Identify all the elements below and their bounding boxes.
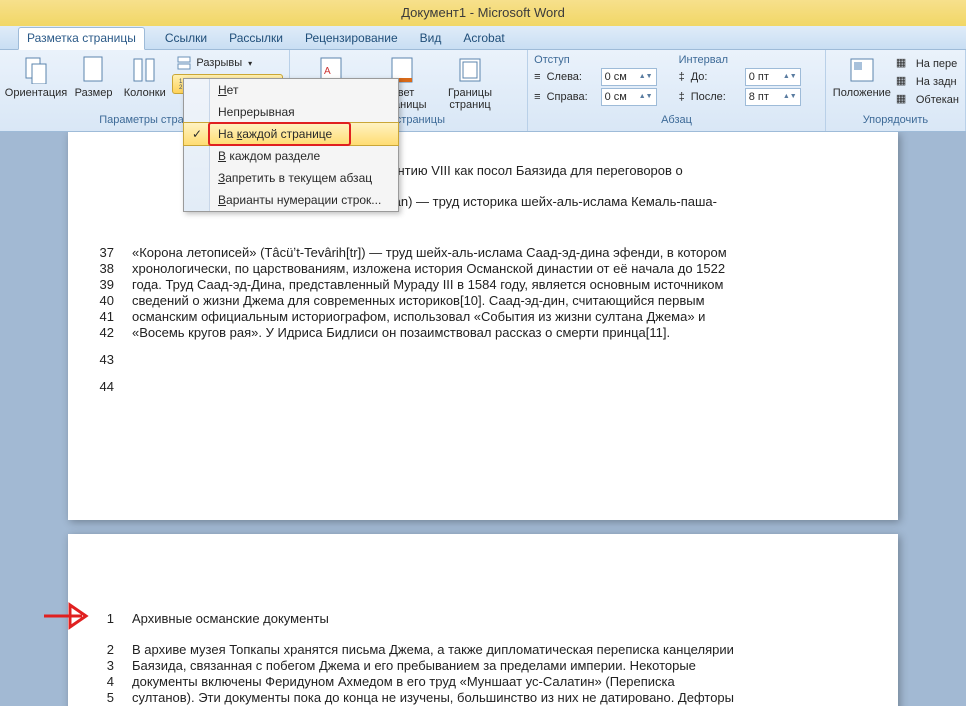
body-text: османским официальным историографом, исп… [132, 309, 868, 324]
position-button[interactable]: Положение [832, 52, 892, 101]
body-text: султанов). Эти документы пока до конца н… [132, 690, 868, 705]
document-area[interactable]: к папе Иннокентию VIII как посол Баязида… [0, 132, 966, 706]
bring-front-button[interactable]: ▦На пере [896, 56, 959, 72]
body-text: документы включены Феридуном Ахмедом в е… [132, 674, 868, 689]
orientation-button[interactable]: Ориентация [6, 52, 66, 101]
line-number: 43 [98, 352, 132, 367]
group-paragraph-label: Абзац [534, 114, 819, 129]
size-button[interactable]: Размер [70, 52, 117, 101]
line-number: 1 [98, 611, 132, 626]
space-before-input[interactable]: 0 пт▲▼ [745, 68, 801, 86]
tab-mailings[interactable]: Рассылки [227, 28, 285, 48]
borders-icon [454, 54, 486, 86]
svg-text:A: A [324, 66, 331, 77]
line-number: 39 [98, 277, 132, 292]
line-numbers-menu: Нет Непрерывная На каждой странице В каж… [183, 78, 399, 212]
indent-heading: Отступ [534, 54, 656, 66]
orientation-icon [20, 54, 52, 86]
indent-left-label: Слева: [547, 71, 595, 83]
space-after-label: После: [691, 91, 739, 103]
text-wrap-icon: ▦ [896, 92, 912, 108]
size-icon [78, 54, 110, 86]
line-number: 44 [98, 379, 132, 394]
group-arrange-label: Упорядочить [832, 114, 959, 129]
tab-page-layout[interactable]: Разметка страницы [18, 27, 145, 50]
send-back-button[interactable]: ▦На задн [896, 74, 959, 90]
line-number: 5 [98, 690, 132, 705]
spacing-heading: Интервал [679, 54, 801, 66]
annotation-arrow [42, 602, 98, 632]
line-number: 41 [98, 309, 132, 324]
tab-references[interactable]: Ссылки [163, 28, 209, 48]
page-borders-button[interactable]: Границы страниц [438, 52, 502, 113]
body-text: года. Труд Саад-эд-Дина, представленный … [132, 277, 868, 292]
line-number: 40 [98, 293, 132, 308]
line-number: 42 [98, 325, 132, 340]
menu-suppress[interactable]: Запретить в текущем абзац [184, 167, 398, 189]
indent-right-input[interactable]: 0 см▲▼ [601, 88, 657, 106]
columns-icon [129, 54, 161, 86]
tab-review[interactable]: Рецензирование [303, 28, 400, 48]
body-text: «Восемь кругов рая». У Идриса Бидлиси он… [132, 325, 868, 340]
tab-view[interactable]: Вид [418, 28, 444, 48]
space-before-icon: ‡ [679, 71, 685, 83]
page-2: 1Архивные османские документы 2В архиве … [68, 534, 898, 706]
indent-right-icon: ≡ [534, 91, 540, 103]
body-text: Баязида, связанная с побегом Джема и его… [132, 658, 868, 673]
body-text: хронологически, по царствованиям, изложе… [132, 261, 868, 276]
indent-left-input[interactable]: 0 см▲▼ [601, 68, 657, 86]
tab-acrobat[interactable]: Acrobat [461, 28, 506, 48]
space-after-input[interactable]: 8 пт▲▼ [745, 88, 801, 106]
menu-each-section[interactable]: В каждом разделе [184, 145, 398, 167]
menu-none[interactable]: Нет [184, 79, 398, 101]
menu-options[interactable]: Варианты нумерации строк... [184, 189, 398, 211]
body-text: Архивные османские документы [132, 611, 868, 626]
indent-left-icon: ≡ [534, 71, 540, 83]
line-number: 3 [98, 658, 132, 673]
menu-continuous[interactable]: Непрерывная [184, 101, 398, 123]
send-back-icon: ▦ [896, 74, 912, 90]
line-number: 4 [98, 674, 132, 689]
body-text: «Корона летописей» (Tâcüʼt-Tevârih[tr]) … [132, 245, 868, 260]
space-before-label: До: [691, 71, 739, 83]
position-icon [846, 54, 878, 86]
ribbon: Ориентация Размер Колонки Разрывы▾ 12 Но… [0, 50, 966, 132]
ribbon-tabs: Разметка страницы Ссылки Рассылки Реценз… [0, 26, 966, 50]
line-number: 38 [98, 261, 132, 276]
breaks-icon [176, 55, 192, 71]
line-number: 37 [98, 245, 132, 260]
window-title: Документ1 - Microsoft Word [0, 0, 966, 26]
menu-each-page[interactable]: На каждой странице [183, 122, 399, 146]
line-number: 2 [98, 642, 132, 657]
breaks-button[interactable]: Разрывы▾ [172, 54, 283, 72]
space-after-icon: ‡ [679, 91, 685, 103]
bring-front-icon: ▦ [896, 56, 912, 72]
indent-right-label: Справа: [547, 91, 595, 103]
body-text: В архиве музея Топкапы хранятся письма Д… [132, 642, 868, 657]
text-wrap-button[interactable]: ▦Обтекан [896, 92, 959, 108]
body-text: сведений о жизни Джема для современных и… [132, 293, 868, 308]
columns-button[interactable]: Колонки [121, 52, 168, 101]
